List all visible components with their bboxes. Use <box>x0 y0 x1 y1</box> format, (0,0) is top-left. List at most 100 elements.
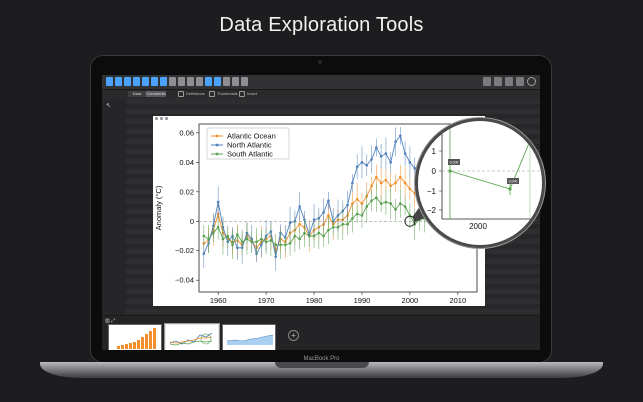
lid-notch <box>275 362 369 368</box>
legend-label: South Atlantic <box>227 150 273 159</box>
inset-data-point <box>508 187 512 191</box>
laptop-base <box>40 362 603 378</box>
area-chart-icon[interactable] <box>169 77 176 86</box>
data-point <box>375 175 378 179</box>
window-controls[interactable] <box>155 117 168 120</box>
data-point <box>207 237 210 241</box>
columns-icon[interactable] <box>214 77 221 86</box>
bar-thumbnail[interactable] <box>108 324 162 350</box>
data-point <box>355 212 359 216</box>
inset-data-point <box>448 169 452 173</box>
data-point <box>346 222 349 226</box>
x-tick-label: 1980 <box>306 296 323 305</box>
data-point <box>264 240 268 244</box>
bars-icon[interactable] <box>223 77 230 86</box>
curve-icon[interactable] <box>187 77 194 86</box>
data-point <box>216 225 220 229</box>
data-point <box>202 234 206 238</box>
table-icon[interactable] <box>494 77 502 86</box>
legend: Atlantic OceanNorth AtlanticSouth Atlant… <box>206 127 290 160</box>
inset-y-tick-label: 0 <box>432 167 437 176</box>
data-point <box>403 152 407 155</box>
data-point <box>269 239 273 242</box>
legend-marker <box>215 143 219 147</box>
data-point <box>355 165 359 169</box>
crosshair-icon[interactable] <box>160 77 167 86</box>
inset-x-tick-label: 2000 <box>469 222 487 231</box>
area-thumbnail[interactable] <box>222 324 276 350</box>
y-tick-label: −0.04 <box>175 276 194 285</box>
data-point <box>322 234 325 238</box>
bar-chart-icon[interactable] <box>124 77 131 86</box>
add-thumbnail-button[interactable]: + <box>288 330 299 341</box>
legend-label: North Atlantic <box>227 141 272 150</box>
data-point <box>370 184 373 188</box>
line-chart-icon[interactable] <box>106 77 113 86</box>
x-tick-label: 2010 <box>449 296 466 305</box>
data-point <box>288 221 292 225</box>
globe-icon[interactable] <box>142 77 149 86</box>
data-point <box>279 243 282 247</box>
line-thumbnail[interactable] <box>165 324 219 350</box>
grid-icon[interactable] <box>232 77 239 86</box>
wave-icon[interactable] <box>196 77 203 86</box>
inset-tooltip: 0.000 <box>507 178 519 184</box>
data-point <box>394 181 397 185</box>
data-point <box>370 158 373 161</box>
definitions-checkbox[interactable]: Definitions <box>178 91 205 97</box>
list-icon[interactable] <box>505 77 513 86</box>
data-point <box>226 234 230 238</box>
data-point <box>260 237 263 241</box>
data-point <box>389 202 393 205</box>
data-point <box>250 240 254 244</box>
pointer-tool-icon[interactable]: ↖ <box>106 102 111 109</box>
data-point <box>408 161 412 164</box>
data-point <box>236 233 239 236</box>
scatter-icon[interactable] <box>115 77 122 86</box>
data-point <box>365 163 369 167</box>
thumbnail-strip: ▥ ⤢ + <box>102 315 540 350</box>
x-tick-label: 1970 <box>258 296 275 305</box>
magnifier-inset[interactable]: 1 0 −1 −2 2000 0.000 0.000 <box>415 118 545 248</box>
data-point <box>365 205 369 208</box>
inset-chart: 1 0 −1 −2 2000 0.000 0.000 <box>427 121 542 231</box>
data-point <box>389 161 393 164</box>
data-point <box>322 211 325 214</box>
data-point <box>231 243 234 247</box>
data-point <box>303 231 306 235</box>
data-point <box>212 231 215 235</box>
y-tick-label: 0.04 <box>179 158 194 167</box>
shapes-icon[interactable] <box>151 77 158 86</box>
data-point <box>379 155 383 158</box>
data-point <box>307 234 311 238</box>
dots-icon[interactable] <box>241 77 248 86</box>
data-point <box>351 217 354 220</box>
data-point <box>399 175 402 179</box>
peak-icon[interactable] <box>178 77 185 86</box>
data-point <box>384 152 388 155</box>
inset-tooltip-label: 0.000 <box>450 161 459 165</box>
layers-icon[interactable] <box>483 77 491 86</box>
data-point <box>240 240 244 244</box>
data-point <box>336 225 340 229</box>
tab-comments[interactable]: Comments <box>146 91 166 97</box>
insert-checkbox[interactable]: Insert <box>239 91 257 97</box>
camera <box>318 60 322 64</box>
data-point <box>399 134 402 138</box>
data-point <box>355 197 359 201</box>
data-point <box>394 208 397 211</box>
document-icon[interactable] <box>516 77 524 86</box>
thumbnails-checkbox[interactable]: Thumbnails <box>209 91 238 97</box>
data-point <box>375 146 378 149</box>
data-point <box>274 243 277 247</box>
data-point <box>346 203 349 207</box>
box-icon[interactable] <box>205 77 212 86</box>
tab-data[interactable]: Data <box>128 91 146 97</box>
inset-y-tick-label: −1 <box>427 187 437 196</box>
histogram-icon[interactable] <box>133 77 140 86</box>
device-label: MacBook Pro <box>303 356 340 362</box>
data-point <box>327 228 330 232</box>
info-icon[interactable] <box>527 77 536 86</box>
inset-y-tick-label: 1 <box>432 147 437 156</box>
data-point <box>351 181 354 185</box>
